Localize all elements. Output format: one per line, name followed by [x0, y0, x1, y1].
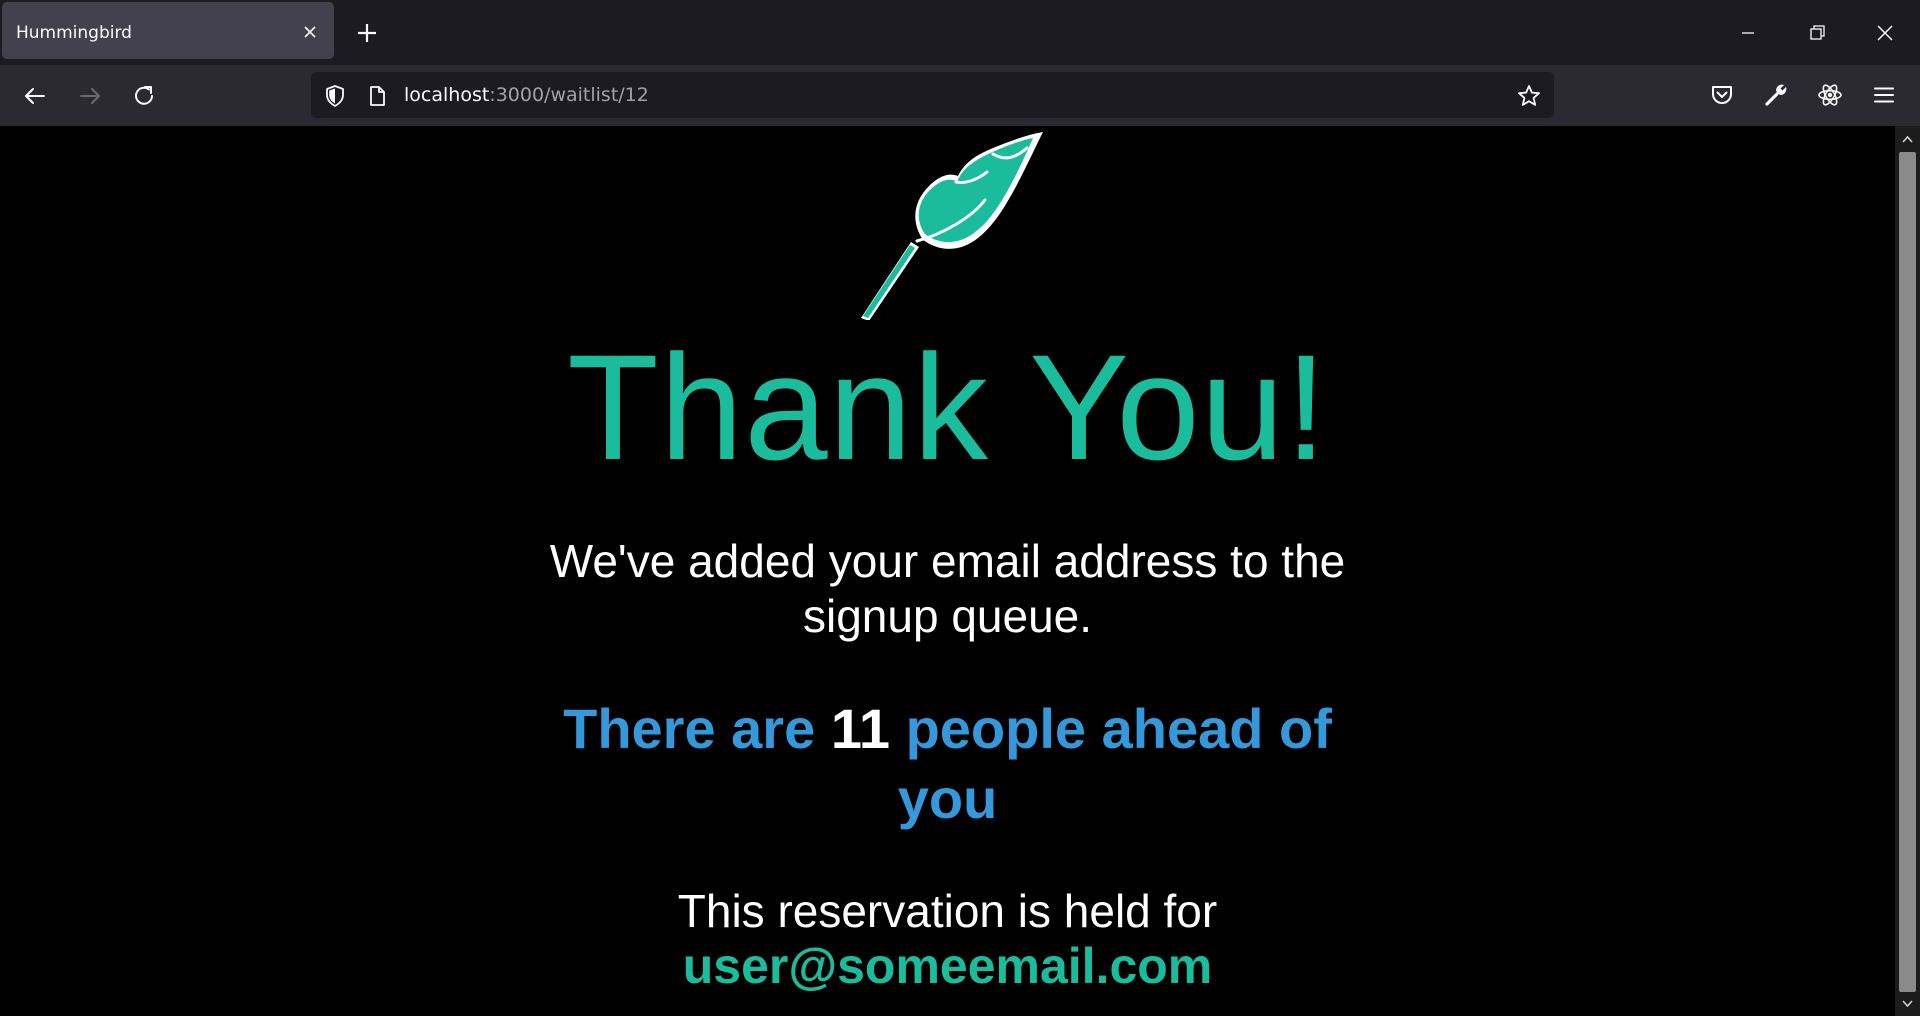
scroll-up-arrow-icon[interactable] [1900, 132, 1915, 147]
bookmark-star-icon[interactable] [1516, 83, 1542, 109]
page-content: Thank You! We've added your email addres… [0, 126, 1895, 1016]
address-bar[interactable]: localhost:3000/waitlist/12 [311, 72, 1554, 118]
url-text[interactable]: localhost:3000/waitlist/12 [404, 84, 649, 106]
wrench-icon[interactable] [1762, 81, 1790, 109]
url-path: :3000/waitlist/12 [489, 84, 649, 106]
queue-prefix: There are [563, 697, 816, 760]
minimize-icon[interactable] [1733, 18, 1763, 48]
queue-suffix: people ahead of you [897, 697, 1332, 830]
new-tab-icon[interactable] [354, 20, 380, 46]
restore-icon[interactable] [1802, 18, 1832, 48]
queue-count: 11 [830, 697, 891, 760]
scroll-down-arrow-icon[interactable] [1900, 996, 1915, 1011]
react-devtools-icon[interactable] [1816, 81, 1844, 109]
url-host: localhost [404, 84, 490, 106]
tab-title: Hummingbird [16, 23, 132, 43]
reservation-message: This reservation is held for user@someema… [520, 884, 1375, 995]
pocket-icon[interactable] [1708, 81, 1736, 109]
forward-icon[interactable] [75, 81, 105, 111]
reservation-text: This reservation is held for [677, 885, 1218, 937]
vertical-scrollbar[interactable] [1895, 126, 1920, 1016]
reserved-email: user@someemail.com [682, 938, 1213, 994]
page-title: Thank You! [567, 323, 1328, 491]
scrollbar-thumb[interactable] [1899, 152, 1916, 992]
tracking-protection-shield-icon[interactable] [323, 84, 347, 108]
tab-strip: Hummingbird [0, 0, 1920, 65]
confirmation-message: We've added your email address to the si… [549, 535, 1346, 642]
close-window-icon[interactable] [1870, 18, 1900, 48]
menu-hamburger-icon[interactable] [1870, 81, 1898, 109]
page-info-icon[interactable] [365, 84, 389, 108]
queue-position-message: There are 11 people ahead of you [520, 694, 1375, 834]
back-icon[interactable] [20, 81, 50, 111]
reload-icon[interactable] [129, 81, 159, 111]
browser-tab[interactable]: Hummingbird [2, 2, 334, 59]
close-tab-icon[interactable] [300, 22, 320, 42]
navigation-toolbar: localhost:3000/waitlist/12 [0, 65, 1920, 126]
feather-icon [861, 132, 1043, 320]
